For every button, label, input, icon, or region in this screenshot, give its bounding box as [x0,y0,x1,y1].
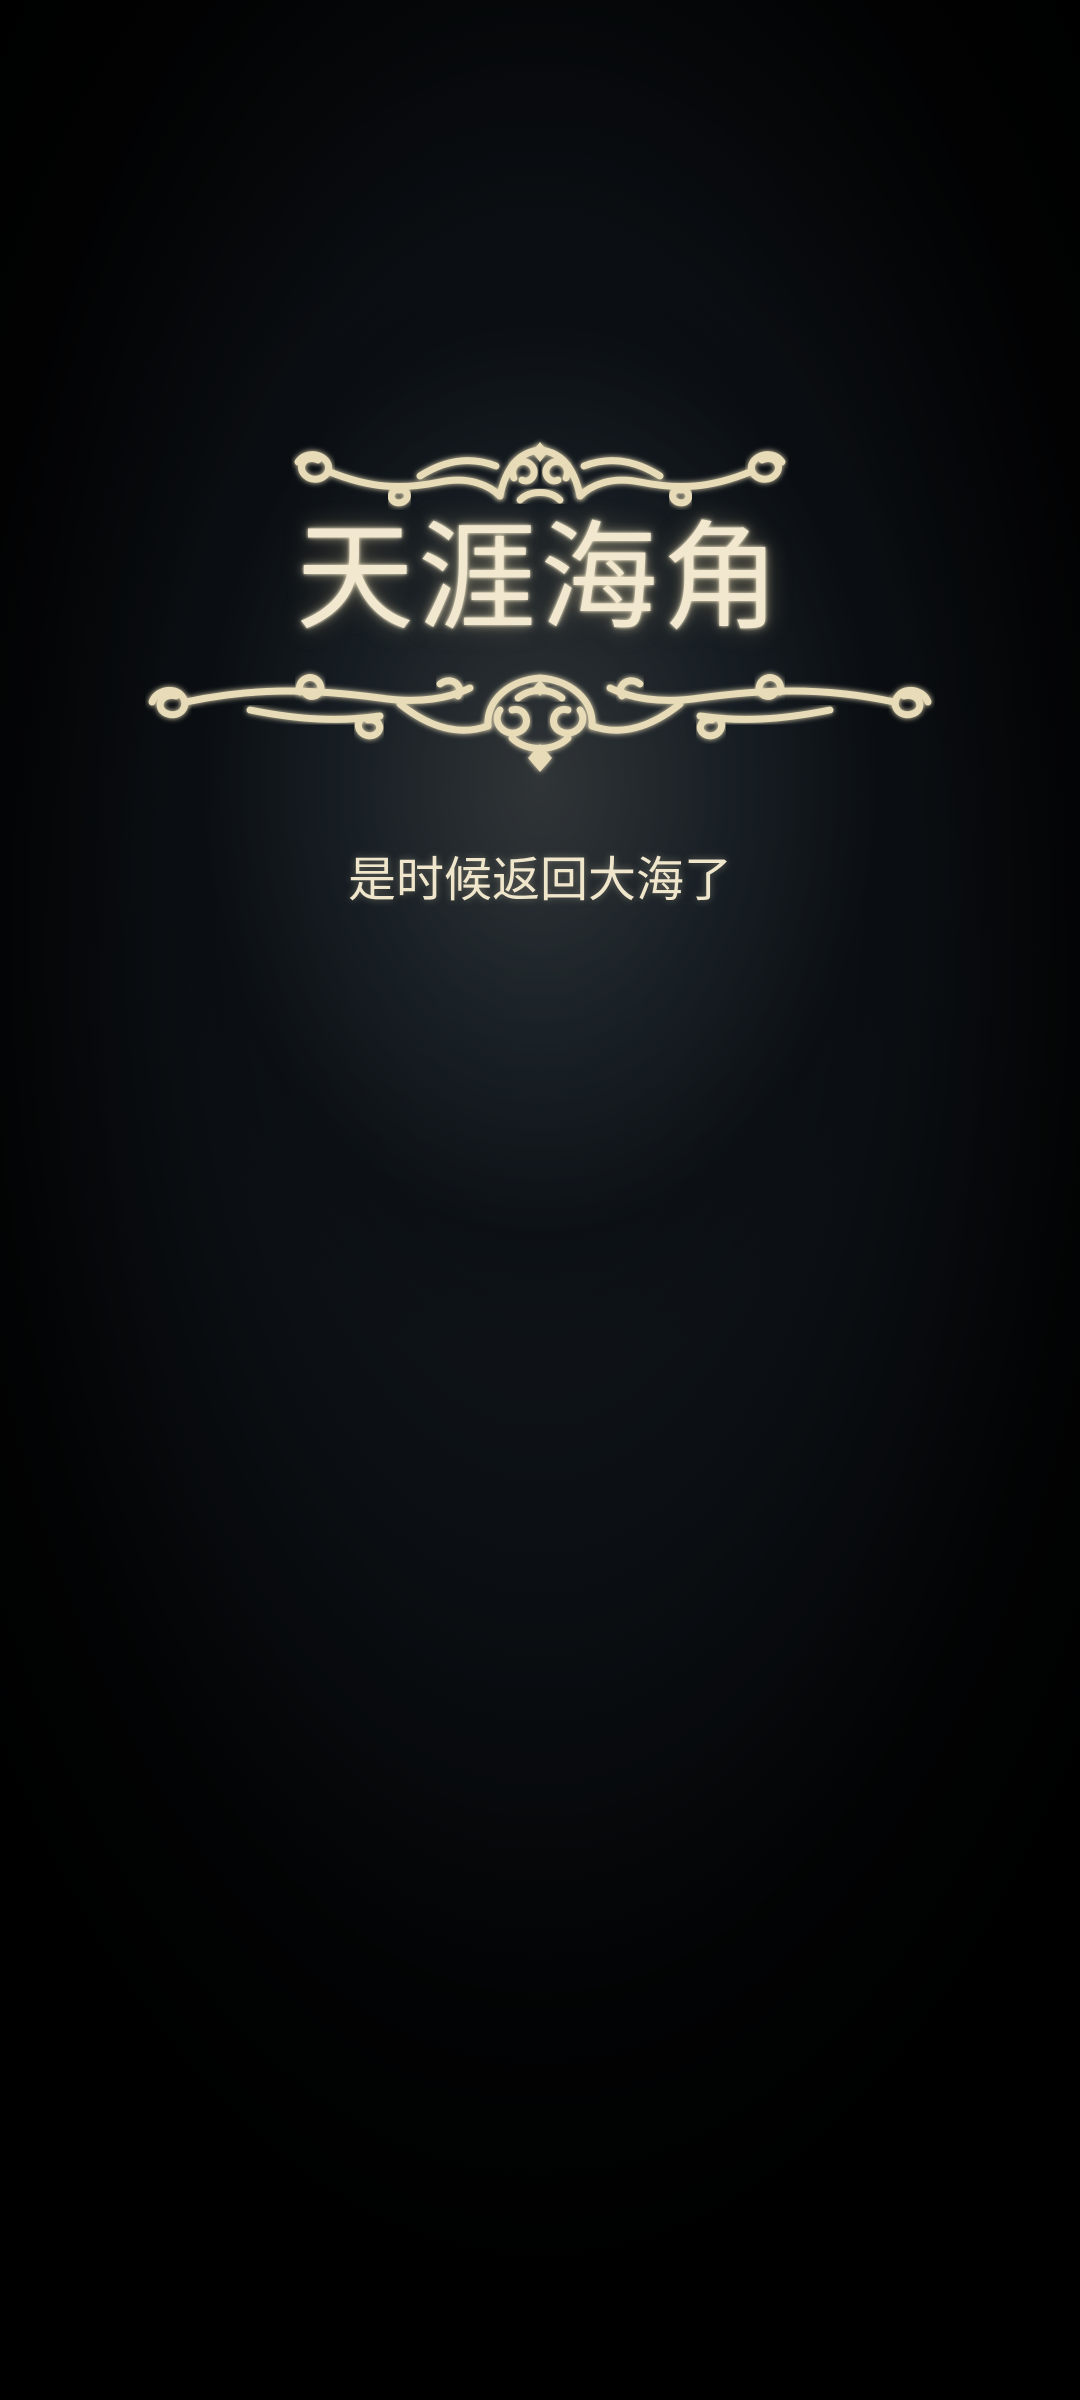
chapter-title-screen[interactable]: 天涯海角 是时候返回大海了 [0,0,1080,2400]
chapter-subtitle: 是时候返回大海了 [347,852,732,908]
chapter-title: 天涯海角 [295,509,784,647]
vignette-overlay [0,0,1080,2400]
bottom-ornament-icon [148,674,932,772]
